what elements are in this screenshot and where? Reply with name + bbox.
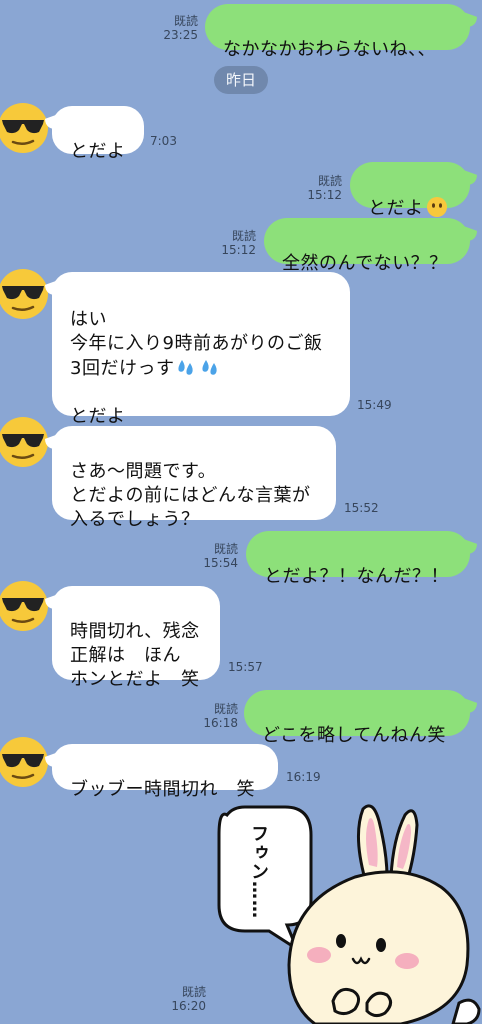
- message-bubble-incoming[interactable]: さあ〜問題です。 とだよの前にはどんな言葉が 入るでしょう？: [52, 426, 336, 530]
- message-meta: 既読 15:54: [198, 542, 238, 570]
- message-meta: 既読 23:25: [158, 14, 198, 42]
- read-receipt: 既読: [181, 985, 206, 999]
- message-meta: 既読 16:20: [166, 985, 206, 1013]
- message-meta: 既読 15:12: [300, 174, 342, 202]
- message-time: 7:03: [150, 134, 177, 148]
- message-time: 16:18: [203, 716, 238, 730]
- no-mouth-face-icon: [426, 197, 447, 217]
- date-separator: 昨日: [214, 66, 268, 94]
- message-time: 16:19: [286, 770, 321, 784]
- message-bubble-outgoing[interactable]: どこを略してんねん笑: [244, 690, 470, 746]
- chat-view[interactable]: 既読 23:25 なかなかおわらないね、、 昨日 とだよ 7:03 既読 15:…: [0, 0, 482, 1024]
- message-bubble-outgoing[interactable]: なかなかおわらないね、、: [205, 4, 470, 60]
- message-time: 15:12: [221, 243, 256, 257]
- message-time: 15:54: [203, 556, 238, 570]
- sunglasses-face-icon[interactable]: [0, 416, 49, 468]
- message-time: 16:20: [171, 999, 206, 1013]
- message-text: とだよ: [368, 198, 424, 219]
- message-bubble-incoming[interactable]: ブッブー時間切れ 笑: [52, 744, 278, 800]
- sunglasses-face-icon[interactable]: [0, 268, 49, 320]
- message-time: 15:57: [228, 660, 263, 674]
- message-bubble-incoming[interactable]: 時間切れ、残念 正解は ほん ホンとだよ 笑: [52, 586, 220, 690]
- message-bubble-incoming[interactable]: はい 今年に入り9時前あがりのご飯 3回だけっす とだよ: [52, 272, 350, 427]
- message-text: なかなかおわらないね、、: [223, 39, 436, 60]
- message-meta: 既読 16:18: [198, 702, 238, 730]
- message-time: 15:49: [357, 398, 392, 412]
- message-bubble-outgoing[interactable]: とだよ？！なんだ？！: [246, 531, 470, 587]
- message-bubble-outgoing[interactable]: とだよ: [350, 162, 470, 219]
- message-text: 全然のんでない？？: [282, 253, 448, 274]
- message-time: 23:25: [163, 28, 198, 42]
- message-meta: 既読 15:12: [214, 229, 256, 257]
- message-bubble-outgoing[interactable]: 全然のんでない？？: [264, 218, 470, 274]
- message-time: 15:12: [307, 188, 342, 202]
- message-time: 15:52: [344, 501, 379, 515]
- message-meta: 15:49: [357, 398, 392, 412]
- message-bubble-incoming[interactable]: とだよ: [52, 106, 144, 162]
- sunglasses-face-icon[interactable]: [0, 580, 49, 632]
- message-meta: 15:52: [344, 501, 379, 515]
- sweat-droplets-icon: [202, 360, 218, 375]
- message-text: 時間切れ、残念 正解は ほん ホンとだよ 笑: [70, 621, 200, 690]
- message-meta: 16:19: [286, 770, 321, 784]
- sunglasses-face-icon[interactable]: [0, 736, 49, 788]
- sweat-droplets-icon: [178, 360, 194, 375]
- read-receipt: 既読: [213, 702, 238, 716]
- message-text: とだよ: [70, 141, 126, 162]
- message-meta: 7:03: [150, 134, 177, 148]
- message-text: さあ〜問題です。 とだよの前にはどんな言葉が 入るでしょう？: [70, 461, 311, 530]
- message-text: どこを略してんねん笑: [262, 725, 446, 746]
- read-receipt: 既読: [173, 14, 198, 28]
- read-receipt: 既読: [213, 542, 238, 556]
- read-receipt: 既読: [317, 174, 342, 188]
- message-text: とだよ？！なんだ？！: [264, 566, 449, 587]
- read-receipt: 既読: [231, 229, 256, 243]
- sticker-text: フゥン……: [248, 824, 269, 919]
- sunglasses-face-icon[interactable]: [0, 102, 49, 154]
- message-meta: 15:57: [228, 660, 263, 674]
